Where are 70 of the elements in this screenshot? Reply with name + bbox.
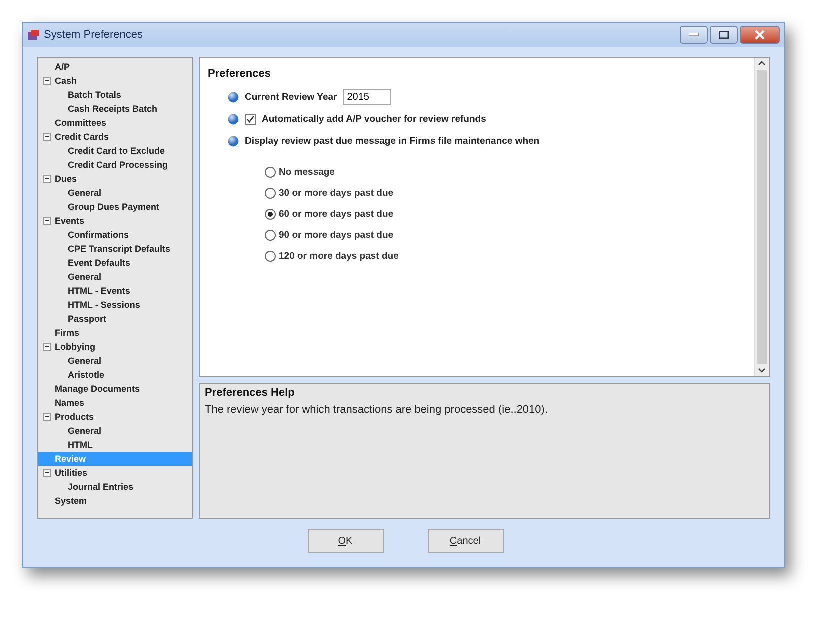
ok-button[interactable]: OK bbox=[308, 529, 384, 553]
radio-button[interactable] bbox=[265, 209, 276, 220]
help-icon[interactable] bbox=[228, 136, 239, 146]
tree-item[interactable]: Aristotle bbox=[38, 368, 192, 382]
tree-item[interactable]: Names bbox=[38, 396, 192, 410]
field-label: Current Review Year bbox=[245, 92, 338, 102]
radio-label: 120 or more days past due bbox=[279, 251, 399, 262]
checkbox[interactable] bbox=[245, 114, 256, 124]
tree-item[interactable]: Event Defaults bbox=[38, 256, 192, 270]
tree-item[interactable]: Committees bbox=[38, 116, 192, 130]
help-text: The review year for which transactions are being processed (ie..2010). bbox=[205, 404, 550, 416]
cancel-button[interactable]: Cancel bbox=[428, 529, 504, 553]
collapse-icon[interactable] bbox=[43, 343, 51, 351]
tree-item[interactable]: A/P bbox=[38, 60, 192, 74]
tree-item[interactable]: Events bbox=[38, 214, 192, 228]
tree-item[interactable]: Firms bbox=[38, 326, 192, 340]
radio-label: 30 or more days past due bbox=[279, 188, 394, 199]
collapse-icon[interactable] bbox=[43, 469, 51, 477]
scrollbar[interactable] bbox=[754, 58, 769, 376]
tree-item[interactable]: General bbox=[38, 270, 192, 284]
app-icon bbox=[27, 29, 40, 41]
collapse-icon[interactable] bbox=[43, 413, 51, 421]
maximize-button[interactable] bbox=[710, 26, 738, 44]
section-title: Preferences bbox=[208, 68, 272, 80]
tree-item[interactable]: HTML - Events bbox=[38, 284, 192, 298]
close-icon bbox=[755, 30, 765, 40]
option-label: Display review past due message in Firms file maintenance when bbox=[245, 136, 540, 146]
minimize-icon bbox=[689, 33, 699, 37]
window-title: System Preferences bbox=[44, 29, 144, 41]
collapse-icon[interactable] bbox=[43, 133, 51, 141]
tree-item[interactable]: General bbox=[38, 354, 192, 368]
maximize-icon bbox=[719, 31, 729, 39]
tree-item[interactable]: Journal Entries bbox=[38, 480, 192, 494]
tree-item[interactable]: Products bbox=[38, 410, 192, 424]
checkbox-label: Automatically add A/P voucher for review refunds bbox=[262, 114, 486, 124]
radio-label: 90 or more days past due bbox=[279, 230, 394, 241]
minimize-button[interactable] bbox=[680, 26, 708, 44]
tree-item[interactable]: Passport bbox=[38, 312, 192, 326]
tree-item[interactable]: CPE Transcript Defaults bbox=[38, 242, 192, 256]
help-icon[interactable] bbox=[228, 114, 239, 124]
tree-item[interactable]: Batch Totals bbox=[38, 88, 192, 102]
collapse-icon[interactable] bbox=[43, 175, 51, 183]
radio-label: 60 or more days past due bbox=[279, 209, 394, 220]
tree-item[interactable]: General bbox=[38, 186, 192, 200]
collapse-icon[interactable] bbox=[43, 217, 51, 225]
radio-button[interactable] bbox=[265, 167, 276, 178]
tree-item[interactable]: Cash Receipts Batch bbox=[38, 102, 192, 116]
help-icon[interactable] bbox=[228, 92, 239, 102]
tree-item[interactable]: Cash bbox=[38, 74, 192, 88]
tree-item[interactable]: Utilities bbox=[38, 466, 192, 480]
tree-item[interactable]: Dues bbox=[38, 172, 192, 186]
tree-item[interactable]: HTML - Sessions bbox=[38, 298, 192, 312]
year-field[interactable]: 2015 bbox=[343, 89, 392, 105]
radio-button[interactable] bbox=[265, 188, 276, 199]
tree-item[interactable]: Manage Documents bbox=[38, 382, 192, 396]
tree-item[interactable]: Group Dues Payment bbox=[38, 200, 192, 214]
help-title: Preferences Help bbox=[205, 387, 296, 399]
tree-item[interactable]: Credit Cards bbox=[38, 130, 192, 144]
radio-button[interactable] bbox=[265, 251, 276, 262]
tree-item[interactable]: Credit Card Processing bbox=[38, 158, 192, 172]
radio-label: No message bbox=[279, 167, 335, 178]
tree-item[interactable]: Lobbying bbox=[38, 340, 192, 354]
collapse-icon[interactable] bbox=[43, 77, 51, 85]
tree-item[interactable]: System bbox=[38, 494, 192, 508]
close-button[interactable] bbox=[740, 26, 780, 44]
radio-button[interactable] bbox=[265, 230, 276, 241]
tree-item[interactable]: Confirmations bbox=[38, 228, 192, 242]
tree-item[interactable]: Credit Card to Exclude bbox=[38, 144, 192, 158]
tree-item[interactable]: HTML bbox=[38, 438, 192, 452]
tree-item[interactable]: General bbox=[38, 424, 192, 438]
